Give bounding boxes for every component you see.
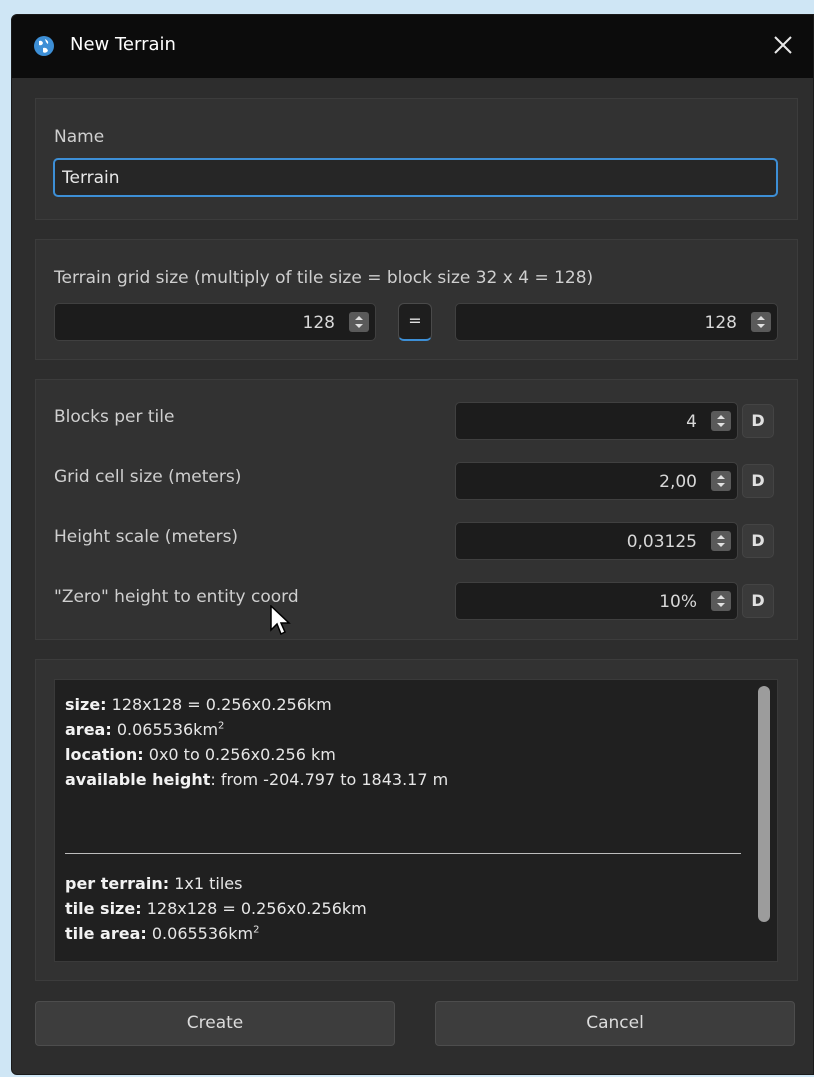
create-button[interactable]: Create: [35, 1001, 395, 1046]
info-tile-area-sup: 2: [253, 924, 260, 936]
info-size-key: size:: [65, 695, 107, 714]
spin-arrows-icon[interactable]: [349, 312, 369, 332]
info-location-key: location:: [65, 745, 144, 764]
info-location-value: 0x0 to 0.256x0.256 km: [148, 745, 336, 764]
mouse-cursor-icon: [270, 605, 291, 636]
info-area-value: 0.065536km: [116, 720, 219, 739]
spin-arrows-icon[interactable]: [711, 531, 731, 551]
close-icon[interactable]: [769, 31, 797, 59]
blocks-per-tile-spinbox[interactable]: 4: [455, 402, 738, 440]
blocks-per-tile-value: 4: [686, 412, 697, 432]
info-size-line: size: 128x128 = 0.256x0.256km: [65, 695, 332, 714]
info-per-terrain-line: per terrain: 1x1 tiles: [65, 874, 242, 893]
name-input[interactable]: [53, 158, 778, 197]
name-label: Name: [54, 127, 105, 147]
new-terrain-dialog: New Terrain Name Terrain grid size (mult…: [11, 14, 814, 1075]
spin-arrows-icon[interactable]: [711, 591, 731, 611]
grid-height-spinbox[interactable]: 128: [455, 303, 778, 341]
info-size-value: 128x128 = 0.256x0.256km: [111, 695, 332, 714]
info-separator: [65, 853, 741, 854]
info-area-key: area:: [65, 720, 112, 739]
info-height-key: available height: [65, 770, 211, 789]
window-title: New Terrain: [70, 34, 176, 55]
info-height-value: : from -204.797 to 1843.17 m: [210, 770, 449, 789]
grid-cell-size-default-button[interactable]: D: [742, 464, 774, 498]
info-tile-area-value: 0.065536km: [151, 924, 254, 943]
info-tile-size-value: 128x128 = 0.256x0.256km: [146, 899, 367, 918]
info-text-area[interactable]: size: 128x128 = 0.256x0.256km area: 0.06…: [54, 679, 778, 962]
info-tile-area-line: tile area: 0.065536km2: [65, 924, 259, 943]
grid-cell-size-label: Grid cell size (meters): [54, 467, 242, 487]
link-dimensions-button[interactable]: =: [398, 303, 432, 341]
title-bar[interactable]: New Terrain: [12, 15, 813, 78]
info-tile-size-line: tile size: 128x128 = 0.256x0.256km: [65, 899, 367, 918]
zero-height-label: "Zero" height to entity coord: [54, 587, 299, 607]
grid-size-panel: [35, 239, 798, 360]
info-scrollbar-thumb[interactable]: [758, 686, 770, 922]
zero-height-default-button[interactable]: D: [742, 584, 774, 618]
height-scale-value: 0,03125: [626, 532, 697, 552]
grid-cell-size-value: 2,00: [659, 472, 697, 492]
info-location-line: location: 0x0 to 0.256x0.256 km: [65, 745, 336, 764]
height-scale-default-button[interactable]: D: [742, 524, 774, 558]
spin-arrows-icon[interactable]: [711, 471, 731, 491]
cancel-button[interactable]: Cancel: [435, 1001, 795, 1046]
grid-cell-size-spinbox[interactable]: 2,00: [455, 462, 738, 500]
info-per-terrain-value: 1x1 tiles: [174, 874, 243, 893]
spin-arrows-icon[interactable]: [751, 312, 771, 332]
info-height-line: available height: from -204.797 to 1843.…: [65, 770, 448, 789]
info-scrollbar[interactable]: [757, 686, 770, 954]
zero-height-value: 10%: [659, 592, 697, 612]
grid-size-label: Terrain grid size (multiply of tile size…: [54, 268, 594, 288]
zero-height-spinbox[interactable]: 10%: [455, 582, 738, 620]
info-per-terrain-key: per terrain:: [65, 874, 170, 893]
spin-arrows-icon[interactable]: [711, 411, 731, 431]
grid-height-value: 128: [704, 313, 737, 333]
grid-width-value: 128: [302, 313, 335, 333]
grid-width-spinbox[interactable]: 128: [54, 303, 376, 341]
globe-icon: [34, 36, 54, 56]
info-area-line: area: 0.065536km2: [65, 720, 224, 739]
info-tile-area-key: tile area:: [65, 924, 147, 943]
info-area-sup: 2: [218, 720, 225, 732]
blocks-per-tile-label: Blocks per tile: [54, 407, 175, 427]
info-tile-size-key: tile size:: [65, 899, 142, 918]
height-scale-label: Height scale (meters): [54, 527, 239, 547]
height-scale-spinbox[interactable]: 0,03125: [455, 522, 738, 560]
blocks-per-tile-default-button[interactable]: D: [742, 404, 774, 438]
